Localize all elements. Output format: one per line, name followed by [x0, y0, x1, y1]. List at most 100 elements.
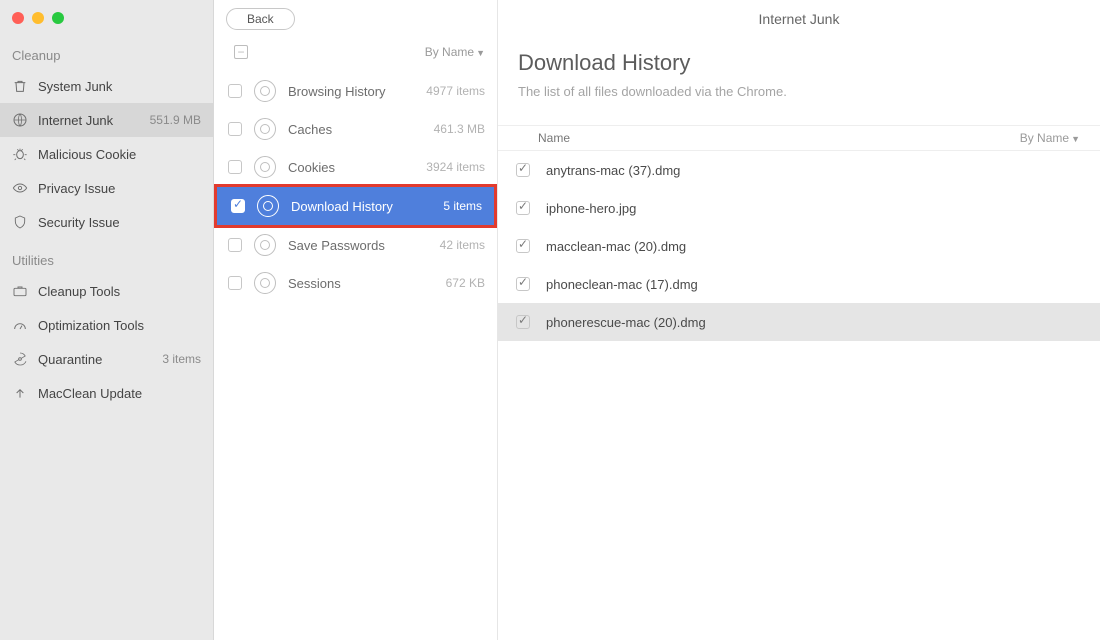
category-item-caches[interactable]: Caches 461.3 MB: [214, 110, 497, 148]
sidebar-item-internet-junk[interactable]: Internet Junk 551.9 MB: [0, 103, 213, 137]
chrome-icon: [257, 195, 279, 217]
chrome-icon: [254, 272, 276, 294]
sidebar-item-system-junk[interactable]: System Junk: [0, 69, 213, 103]
category-label: Cookies: [288, 160, 335, 175]
detail-pane: Internet Junk Download History The list …: [498, 0, 1100, 640]
sidebar-section-header: Cleanup: [0, 34, 213, 69]
sidebar-item-label: Internet Junk: [38, 113, 113, 128]
checkbox[interactable]: [516, 239, 530, 253]
collapse-toggle-icon[interactable]: −: [234, 45, 248, 59]
sidebar-item-label: Security Issue: [38, 215, 120, 230]
close-icon[interactable]: [12, 12, 24, 24]
category-label: Sessions: [288, 276, 341, 291]
column-header-name: Name: [538, 131, 570, 145]
sidebar-item-meta: 551.9 MB: [150, 113, 201, 127]
checkbox[interactable]: [231, 199, 245, 213]
sort-by-name-button[interactable]: By Name▼: [1020, 131, 1080, 145]
checkbox[interactable]: [228, 122, 242, 136]
checkbox[interactable]: [516, 163, 530, 177]
radiation-icon: [12, 351, 28, 367]
checkbox[interactable]: [516, 277, 530, 291]
file-list: anytrans-mac (37).dmg iphone-hero.jpg ma…: [498, 151, 1100, 640]
back-button[interactable]: Back: [226, 8, 295, 30]
window-controls: [0, 0, 213, 34]
checkbox[interactable]: [516, 315, 530, 329]
sidebar-item-label: Optimization Tools: [38, 318, 144, 333]
sidebar-item-cleanup-tools[interactable]: Cleanup Tools: [0, 274, 213, 308]
sidebar-item-optimization-tools[interactable]: Optimization Tools: [0, 308, 213, 342]
upload-icon: [12, 385, 28, 401]
checkbox[interactable]: [228, 238, 242, 252]
sort-label: By Name: [1020, 131, 1069, 145]
checkbox[interactable]: [228, 84, 242, 98]
chevron-down-icon: ▼: [476, 48, 485, 58]
eye-icon: [12, 180, 28, 196]
trash-icon: [12, 78, 28, 94]
sort-label: By Name: [425, 45, 474, 59]
detail-subtitle: The list of all files downloaded via the…: [518, 84, 1080, 99]
category-item-sessions[interactable]: Sessions 672 KB: [214, 264, 497, 302]
middle-topbar: Back: [214, 0, 497, 38]
checkbox[interactable]: [228, 276, 242, 290]
file-name: macclean-mac (20).dmg: [546, 239, 686, 254]
category-meta: 5 items: [443, 199, 482, 213]
category-meta: 42 items: [440, 238, 485, 252]
sidebar-item-label: Cleanup Tools: [38, 284, 120, 299]
checkbox[interactable]: [228, 160, 242, 174]
chevron-down-icon: ▼: [1071, 134, 1080, 144]
category-label: Download History: [291, 199, 393, 214]
file-name: iphone-hero.jpg: [546, 201, 636, 216]
sidebar-item-quarantine[interactable]: Quarantine 3 items: [0, 342, 213, 376]
category-item-download-history[interactable]: Download History 5 items: [217, 187, 494, 225]
sidebar-item-label: Quarantine: [38, 352, 102, 367]
category-meta: 3924 items: [426, 160, 485, 174]
sidebar-item-macclean-update[interactable]: MacClean Update: [0, 376, 213, 410]
annotation-highlight: Download History 5 items: [214, 184, 497, 228]
category-item-browsing-history[interactable]: Browsing History 4977 items: [214, 72, 497, 110]
sidebar: Cleanup System Junk Internet Junk 551.9 …: [0, 0, 214, 640]
file-row[interactable]: macclean-mac (20).dmg: [498, 227, 1100, 265]
gauge-icon: [12, 317, 28, 333]
sidebar-item-label: Privacy Issue: [38, 181, 115, 196]
sidebar-item-label: System Junk: [38, 79, 112, 94]
chrome-icon: [254, 118, 276, 140]
category-item-save-passwords[interactable]: Save Passwords 42 items: [214, 226, 497, 264]
file-row[interactable]: phoneclean-mac (17).dmg: [498, 265, 1100, 303]
category-pane: Back − By Name▼ Browsing History 4977 it…: [214, 0, 498, 640]
file-row[interactable]: iphone-hero.jpg: [498, 189, 1100, 227]
detail-table-header: Name By Name▼: [498, 125, 1100, 151]
sidebar-item-malicious-cookie[interactable]: Malicious Cookie: [0, 137, 213, 171]
file-row[interactable]: anytrans-mac (37).dmg: [498, 151, 1100, 189]
file-name: phonerescue-mac (20).dmg: [546, 315, 706, 330]
chrome-icon: [254, 80, 276, 102]
toolbox-icon: [12, 283, 28, 299]
sidebar-item-privacy-issue[interactable]: Privacy Issue: [0, 171, 213, 205]
chrome-icon: [254, 234, 276, 256]
shield-icon: [12, 214, 28, 230]
category-list-header: − By Name▼: [214, 40, 497, 64]
file-name: phoneclean-mac (17).dmg: [546, 277, 698, 292]
globe-icon: [12, 112, 28, 128]
category-list: Browsing History 4977 items Caches 461.3…: [214, 72, 497, 302]
sidebar-item-label: Malicious Cookie: [38, 147, 136, 162]
bug-icon: [12, 146, 28, 162]
category-item-cookies[interactable]: Cookies 3924 items: [214, 148, 497, 186]
sidebar-section-header: Utilities: [0, 239, 213, 274]
sidebar-item-security-issue[interactable]: Security Issue: [0, 205, 213, 239]
file-name: anytrans-mac (37).dmg: [546, 163, 680, 178]
category-meta: 461.3 MB: [434, 122, 485, 136]
category-label: Browsing History: [288, 84, 386, 99]
category-meta: 672 KB: [446, 276, 485, 290]
sort-by-name-button[interactable]: By Name▼: [425, 45, 485, 59]
window-title: Internet Junk: [498, 0, 1100, 38]
detail-title: Download History: [518, 50, 1080, 76]
category-label: Caches: [288, 122, 332, 137]
sidebar-item-label: MacClean Update: [38, 386, 142, 401]
category-label: Save Passwords: [288, 238, 385, 253]
category-meta: 4977 items: [426, 84, 485, 98]
file-row[interactable]: phonerescue-mac (20).dmg: [498, 303, 1100, 341]
chrome-icon: [254, 156, 276, 178]
minimize-icon[interactable]: [32, 12, 44, 24]
checkbox[interactable]: [516, 201, 530, 215]
zoom-icon[interactable]: [52, 12, 64, 24]
